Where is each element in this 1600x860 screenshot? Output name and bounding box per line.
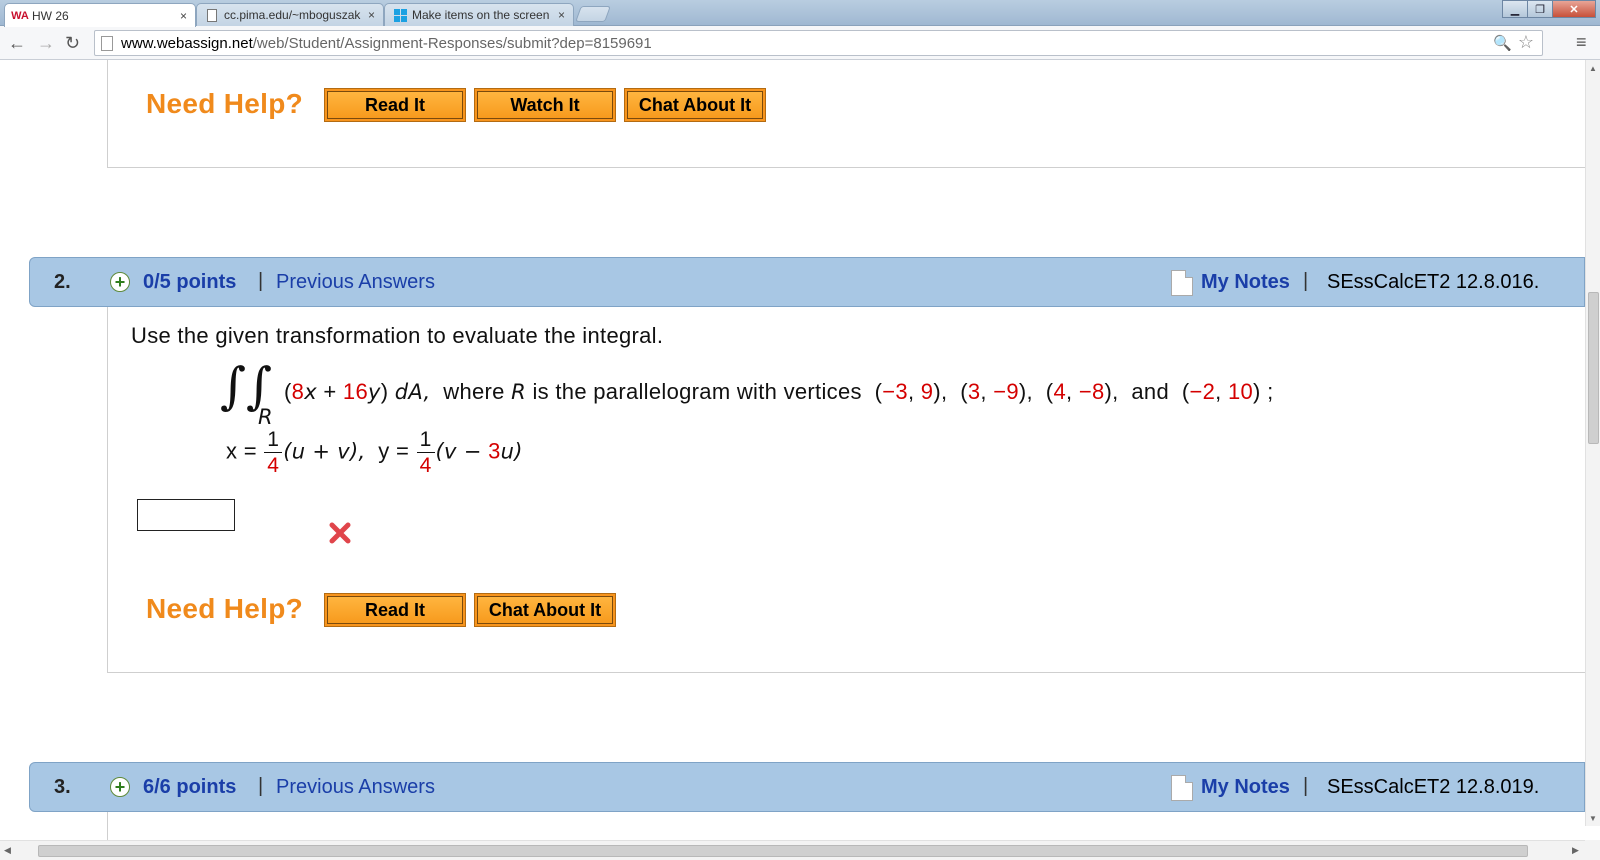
vertex-4: (−2, 10) [1181, 379, 1261, 404]
separator: | [1303, 270, 1309, 292]
close-window-button[interactable]: ✕ [1552, 0, 1596, 18]
windows-favicon-icon [393, 8, 407, 22]
question-1-body: Need Help? Read It Watch It Chat About I… [107, 60, 1585, 168]
browser-toolbar: ← → ↻ www.webassign.net/web/Student/Assi… [0, 26, 1600, 60]
browser-menu-icon[interactable]: ≡ [1576, 32, 1587, 53]
scroll-up-arrow-icon[interactable]: ▲ [1589, 64, 1597, 73]
bookmark-star-icon[interactable]: ☆ [1518, 32, 1534, 53]
answer-input[interactable] [137, 499, 235, 531]
question-source: SEssCalcET2 12.8.019. [1327, 776, 1540, 798]
maximize-button[interactable]: ❐ [1527, 0, 1553, 18]
back-arrow-icon[interactable]: ← [8, 33, 26, 53]
vertex-2: (3, −9), [960, 379, 1033, 404]
tab-hw26[interactable]: WA HW 26 × [4, 3, 196, 27]
question-3-body [107, 812, 1585, 840]
watch-it-button[interactable]: Watch It [474, 88, 616, 122]
need-help-label: Need Help? [146, 88, 304, 119]
expand-plus-icon[interactable]: + [110, 777, 130, 797]
tab-title: cc.pima.edu/~mboguszak [224, 8, 361, 22]
vertex-3: (4, −8), [1045, 379, 1119, 404]
double-integral-sign: ∫∫ [220, 357, 273, 415]
tab-title: Make items on the screen [412, 8, 550, 22]
separator: | [258, 270, 264, 292]
question-number: 2. [54, 271, 71, 293]
tab-strip: WA HW 26 × cc.pima.edu/~mboguszak × Make… [0, 0, 1600, 27]
notes-page-icon[interactable] [1171, 270, 1193, 296]
separator: | [1303, 775, 1309, 797]
points-link[interactable]: 0/5 points [143, 271, 236, 294]
reload-icon[interactable]: ↻ [65, 33, 80, 53]
question-3-header: 3. + 6/6 points | Previous Answers My No… [29, 762, 1585, 812]
horizontal-scroll-thumb[interactable] [38, 845, 1528, 857]
need-help-label: Need Help? [146, 593, 304, 624]
tab-title: HW 26 [32, 8, 69, 23]
tab-pima[interactable]: cc.pima.edu/~mboguszak × [196, 3, 384, 26]
previous-answers-link[interactable]: Previous Answers [276, 271, 435, 294]
points-link[interactable]: 6/6 points [143, 776, 236, 799]
window-controls: ▁ ❐ ✕ [1502, 0, 1596, 18]
notes-page-icon[interactable] [1171, 775, 1193, 801]
page-viewport: Need Help? Read It Watch It Chat About I… [0, 60, 1585, 840]
read-it-button[interactable]: Read It [324, 88, 466, 122]
question-2-header: 2. + 0/5 points | Previous Answers My No… [29, 257, 1585, 307]
scroll-left-arrow-icon[interactable]: ◀ [4, 845, 11, 856]
question-source: SEssCalcET2 12.8.016. [1327, 271, 1540, 293]
expand-plus-icon[interactable]: + [110, 272, 130, 292]
url-path: /web/Student/Assignment-Responses/submit… [252, 34, 652, 52]
scroll-down-arrow-icon[interactable]: ▼ [1589, 814, 1597, 823]
integral-expression: (8x + 16y) dA, where R is the parallelog… [284, 379, 1274, 404]
tab-make-items[interactable]: Make items on the screen × [384, 3, 574, 26]
page-info-icon[interactable] [101, 35, 113, 51]
forward-arrow-icon[interactable]: → [37, 33, 55, 53]
previous-answers-link[interactable]: Previous Answers [276, 776, 435, 799]
my-notes-link[interactable]: My Notes [1201, 776, 1290, 799]
scrollbar-corner [1585, 840, 1600, 860]
page-favicon-icon [205, 8, 219, 22]
question-number: 3. [54, 776, 71, 798]
tab-close-icon[interactable]: × [558, 8, 565, 22]
zoom-icon[interactable]: 🔍 [1493, 34, 1512, 52]
read-it-button[interactable]: Read It [324, 593, 466, 627]
address-bar[interactable]: www.webassign.net/web/Student/Assignment… [94, 30, 1543, 56]
scroll-right-arrow-icon[interactable]: ▶ [1572, 845, 1579, 856]
chat-about-it-button[interactable]: Chat About It [624, 88, 766, 122]
webassign-favicon-icon: WA [11, 9, 29, 22]
question-prompt: Use the given transformation to evaluate… [131, 323, 664, 348]
vertical-scrollbar[interactable]: ▲ ▼ [1585, 60, 1600, 826]
separator: | [258, 775, 264, 797]
horizontal-scrollbar[interactable]: ◀ ▶ [0, 840, 1585, 860]
transformation-expression: x = 1 4 (u + v), y = 1 4 (v − 3u) [226, 428, 523, 477]
new-tab-button[interactable] [575, 6, 611, 22]
minimize-button[interactable]: ▁ [1502, 0, 1528, 18]
question-2-body: Use the given transformation to evaluate… [107, 307, 1585, 673]
vertical-scroll-thumb[interactable] [1588, 292, 1599, 444]
url-host: www.webassign.net [121, 34, 253, 52]
tab-close-icon[interactable]: × [368, 8, 375, 22]
tab-close-icon[interactable]: × [180, 9, 187, 23]
chat-about-it-button[interactable]: Chat About It [474, 593, 616, 627]
incorrect-x-icon [329, 522, 351, 544]
vertex-1: (−3, 9), [874, 379, 948, 404]
my-notes-link[interactable]: My Notes [1201, 271, 1290, 294]
integral-region: R [258, 405, 273, 429]
